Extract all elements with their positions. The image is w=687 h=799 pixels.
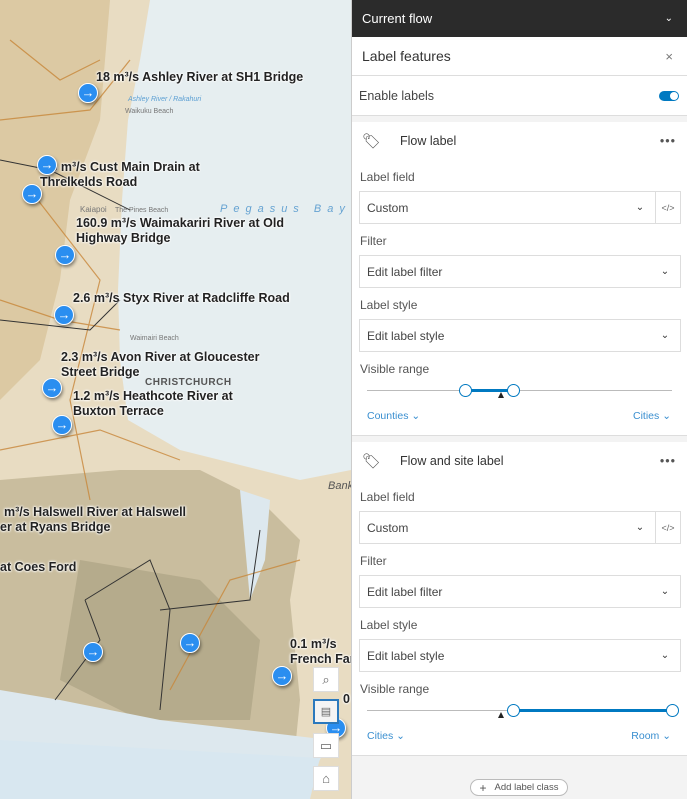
- place-label: Banks: [328, 480, 351, 492]
- place-label: The Pines Beach: [115, 207, 169, 214]
- search-icon: ⌕: [322, 671, 330, 687]
- place-label: Waikuku Beach: [125, 108, 174, 115]
- filter-value: Edit label filter: [367, 264, 443, 279]
- more-options-icon[interactable]: •••: [660, 134, 676, 148]
- label-tag-icon: 🏷: [362, 133, 382, 150]
- expression-code-icon[interactable]: </>: [655, 192, 680, 223]
- enable-labels-toggle[interactable]: [659, 90, 679, 101]
- filter-label: Filter: [360, 554, 387, 568]
- style-label: Label style: [360, 298, 418, 312]
- map-monitor-button[interactable]: ▭: [313, 733, 339, 758]
- enable-labels-row: Enable labels: [352, 76, 687, 116]
- panel-header-title: Current flow: [362, 11, 433, 26]
- label-field-value: Custom: [367, 200, 409, 215]
- layer-icon: ▤: [320, 706, 332, 718]
- label-tag-icon: 🏷: [362, 453, 382, 470]
- chevron-down-icon: ⌄: [635, 522, 645, 533]
- more-options-icon[interactable]: •••: [660, 454, 676, 468]
- label-style-select[interactable]: Edit label style ⌄: [359, 639, 681, 672]
- flow-label[interactable]: at Coes Ford: [0, 560, 76, 575]
- flow-site-arrow-icon[interactable]: →: [37, 155, 57, 175]
- flow-label[interactable]: 1.6 m³/s Cust Main Drain at Threlkelds R…: [40, 160, 240, 190]
- flow-label[interactable]: 160.9 m³/s Waimakariri River at Old High…: [76, 216, 291, 246]
- label-class-name: Flow label: [400, 134, 457, 148]
- flow-label[interactable]: 0: [343, 692, 350, 707]
- enable-labels-label: Enable labels: [359, 88, 435, 103]
- close-icon[interactable]: ×: [665, 49, 673, 64]
- add-label-class-button[interactable]: + Add label class: [470, 779, 568, 796]
- add-label-class-text: Add label class: [494, 782, 559, 793]
- flow-label[interactable]: m³/s Halswell River at Halswell: [4, 505, 186, 520]
- flow-site-arrow-icon[interactable]: →: [54, 305, 74, 325]
- place-label: Ashley River / Rakahuri: [128, 96, 202, 103]
- label-field-select[interactable]: Custom ⌄ </>: [359, 511, 681, 544]
- style-value: Edit label style: [367, 648, 445, 663]
- chevron-down-icon: ⌄: [660, 266, 670, 277]
- flow-site-arrow-icon[interactable]: →: [78, 83, 98, 103]
- map-home-button[interactable]: ⌂: [313, 766, 339, 791]
- flow-site-arrow-icon[interactable]: →: [42, 378, 62, 398]
- field-label: Label field: [360, 490, 415, 504]
- current-scale-marker: [498, 712, 505, 718]
- flow-label[interactable]: 1.2 m³/s Heathcote River at Buxton Terra…: [73, 389, 278, 419]
- flow-site-arrow-icon[interactable]: →: [22, 184, 42, 204]
- flow-label[interactable]: 2.6 m³/s Styx River at Radcliffe Road: [73, 291, 290, 306]
- label-features-header: Label features ×: [352, 37, 687, 76]
- panel-header[interactable]: Current flow ⌄: [352, 0, 687, 37]
- label-panel: Current flow ⌄ Label features × Enable l…: [351, 0, 687, 799]
- sea-label: Pegasus Bay: [220, 203, 351, 215]
- flow-site-arrow-icon[interactable]: →: [180, 633, 200, 653]
- range-max-thumb[interactable]: [507, 384, 521, 397]
- label-field-value: Custom: [367, 520, 409, 535]
- range-min-thumb[interactable]: [458, 384, 472, 397]
- range-max-select[interactable]: Cities ⌄: [633, 410, 671, 422]
- range-label: Visible range: [360, 682, 430, 696]
- place-label: Kaiapoi: [80, 205, 107, 214]
- chevron-down-icon[interactable]: ⌄: [665, 13, 673, 24]
- plus-icon: +: [479, 780, 487, 795]
- home-icon: ⌂: [322, 771, 330, 786]
- label-filter-select[interactable]: Edit label filter ⌄: [359, 575, 681, 608]
- label-class-name: Flow and site label: [400, 454, 504, 468]
- chevron-down-icon: ⌄: [635, 202, 645, 213]
- label-class-flow: 🏷 Flow label ••• Label field Custom ⌄ </> Fi…: [352, 122, 687, 436]
- style-label: Label style: [360, 618, 418, 632]
- monitor-icon: ▭: [319, 737, 333, 753]
- current-scale-marker: [498, 392, 505, 398]
- place-label: Waimairi Beach: [130, 335, 179, 342]
- range-label: Visible range: [360, 362, 430, 376]
- flow-site-arrow-icon[interactable]: →: [83, 642, 103, 662]
- chevron-down-icon: ⌄: [660, 650, 670, 661]
- filter-label: Filter: [360, 234, 387, 248]
- range-min-select[interactable]: Counties ⌄: [367, 410, 420, 422]
- range-min-thumb[interactable]: [507, 704, 521, 717]
- filter-value: Edit label filter: [367, 584, 443, 599]
- map-search-button[interactable]: ⌕: [313, 667, 339, 692]
- map-layer-button[interactable]: ▤: [313, 699, 339, 724]
- flow-label[interactable]: 0.1 m³/s French Farm: [290, 637, 351, 667]
- flow-label[interactable]: er at Ryans Bridge: [0, 520, 110, 535]
- label-class-flow-and-site: 🏷 Flow and site label ••• Label field Cust…: [352, 442, 687, 756]
- visible-range-slider[interactable]: [367, 379, 672, 407]
- range-min-select[interactable]: Cities ⌄: [367, 730, 405, 742]
- map-view[interactable]: Pegasus Bay CHRISTCHURCH Ashley River / …: [0, 0, 351, 799]
- flow-site-arrow-icon[interactable]: →: [272, 666, 292, 686]
- range-max-thumb[interactable]: [666, 704, 679, 717]
- chevron-down-icon: ⌄: [660, 330, 670, 341]
- flow-site-arrow-icon[interactable]: →: [55, 245, 75, 265]
- range-max-select[interactable]: Room ⌄: [631, 730, 671, 742]
- label-style-select[interactable]: Edit label style ⌄: [359, 319, 681, 352]
- expression-code-icon[interactable]: </>: [655, 512, 680, 543]
- flow-label[interactable]: 2.3 m³/s Avon River at Gloucester Street…: [61, 350, 261, 380]
- style-value: Edit label style: [367, 328, 445, 343]
- flow-site-arrow-icon[interactable]: →: [52, 415, 72, 435]
- chevron-down-icon: ⌄: [660, 586, 670, 597]
- label-field-select[interactable]: Custom ⌄ </>: [359, 191, 681, 224]
- panel-title: Label features: [362, 48, 451, 64]
- visible-range-slider[interactable]: [367, 699, 679, 727]
- field-label: Label field: [360, 170, 415, 184]
- label-filter-select[interactable]: Edit label filter ⌄: [359, 255, 681, 288]
- flow-label[interactable]: 18 m³/s Ashley River at SH1 Bridge: [96, 70, 303, 85]
